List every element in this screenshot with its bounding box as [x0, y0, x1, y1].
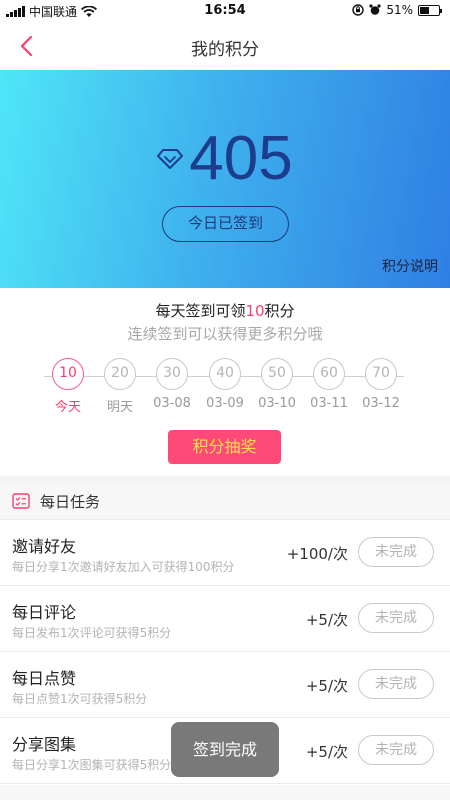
nav-bar: 我的积分	[0, 22, 450, 70]
task-row-comment: 每日评论 每日发布1次评论可获得5积分 +5/次 未完成	[0, 587, 450, 652]
daily-signin-title: 每天签到可领10积分	[0, 300, 450, 321]
task-status-button[interactable]: 未完成	[358, 603, 434, 633]
daily-title-suffix: 积分	[264, 302, 295, 320]
day-date: 明天	[106, 400, 133, 415]
timeline-day: 10 今天	[38, 358, 98, 415]
rotation-lock-icon	[352, 4, 365, 16]
signin-timeline: 10 今天 20 明天 30 03-08 40 03-09 50 03-10 6…	[0, 358, 450, 418]
daily-signin-subtitle: 连续签到可以获得更多积分哦	[127, 325, 323, 343]
page-title: 我的积分	[191, 40, 259, 60]
daily-title-points: 10	[245, 302, 265, 320]
timeline-day: 40 03-09	[195, 358, 255, 411]
day-date: 03-09	[206, 396, 244, 411]
daily-title-prefix: 每天签到可领	[155, 302, 246, 320]
day-points-circle: 50	[261, 358, 293, 390]
timeline-day: 30 03-08	[142, 358, 202, 411]
timeline-day: 20 明天	[90, 358, 150, 415]
task-row-invite: 邀请好友 每日分享1次邀请好友加入可获得100积分 +100/次 未完成	[0, 521, 450, 586]
task-name: 分享图集	[12, 735, 77, 754]
timeline-day: 50 03-10	[247, 358, 307, 411]
task-reward: +100/次	[286, 545, 348, 563]
status-bar: 中国联通 16:54 51%	[0, 0, 450, 22]
daily-tasks-header: 每日任务	[0, 484, 450, 520]
day-points-circle: 10	[52, 358, 84, 390]
task-status-button[interactable]: 未完成	[358, 735, 434, 765]
task-row-like: 每日点赞 每日点赞1次可获得5积分 +5/次 未完成	[0, 653, 450, 718]
day-date: 03-11	[310, 396, 348, 411]
day-points-circle: 60	[313, 358, 345, 390]
battery-icon	[418, 4, 442, 16]
points-hero: 405 今日已签到 积分说明	[0, 70, 450, 288]
day-date: 今天	[54, 400, 81, 415]
points-value: 405	[189, 124, 293, 193]
day-points-circle: 20	[104, 358, 136, 390]
alarm-icon	[369, 4, 381, 15]
day-points-circle: 40	[209, 358, 241, 390]
signin-complete-toast: 签到完成	[171, 722, 279, 777]
task-list-icon	[12, 493, 30, 509]
task-description: 每日分享1次图集可获得5积分	[12, 758, 172, 772]
day-date: 03-08	[153, 396, 191, 411]
day-points-circle: 30	[156, 358, 188, 390]
task-name: 邀请好友	[12, 537, 77, 556]
task-description: 每日点赞1次可获得5积分	[12, 692, 148, 706]
task-status-button[interactable]: 未完成	[358, 669, 434, 699]
status-right: 51%	[352, 3, 442, 17]
battery-percent: 51%	[386, 3, 413, 17]
diamond-icon	[157, 149, 184, 169]
task-reward: +5/次	[305, 611, 348, 629]
task-description: 每日分享1次邀请好友加入可获得100积分	[12, 560, 235, 574]
task-name: 每日点赞	[12, 669, 77, 688]
day-date: 03-10	[258, 396, 296, 411]
points-lottery-button[interactable]: 积分抽奖	[168, 430, 281, 464]
signed-in-button[interactable]: 今日已签到	[162, 206, 289, 242]
task-name: 每日评论	[12, 603, 77, 622]
section-divider	[0, 476, 450, 484]
points-rules-link[interactable]: 积分说明	[382, 256, 438, 276]
task-description: 每日发布1次评论可获得5积分	[12, 626, 172, 640]
day-date: 03-12	[362, 396, 400, 411]
day-points-circle: 70	[365, 358, 397, 390]
timeline-day: 70 03-12	[351, 358, 411, 411]
task-reward: +5/次	[305, 743, 348, 761]
task-reward: +5/次	[305, 677, 348, 695]
daily-tasks-title: 每日任务	[40, 493, 101, 511]
timeline-day: 60 03-11	[299, 358, 359, 411]
points-row: 405	[0, 128, 450, 190]
next-section-header	[0, 785, 450, 800]
task-status-button[interactable]: 未完成	[358, 537, 434, 567]
